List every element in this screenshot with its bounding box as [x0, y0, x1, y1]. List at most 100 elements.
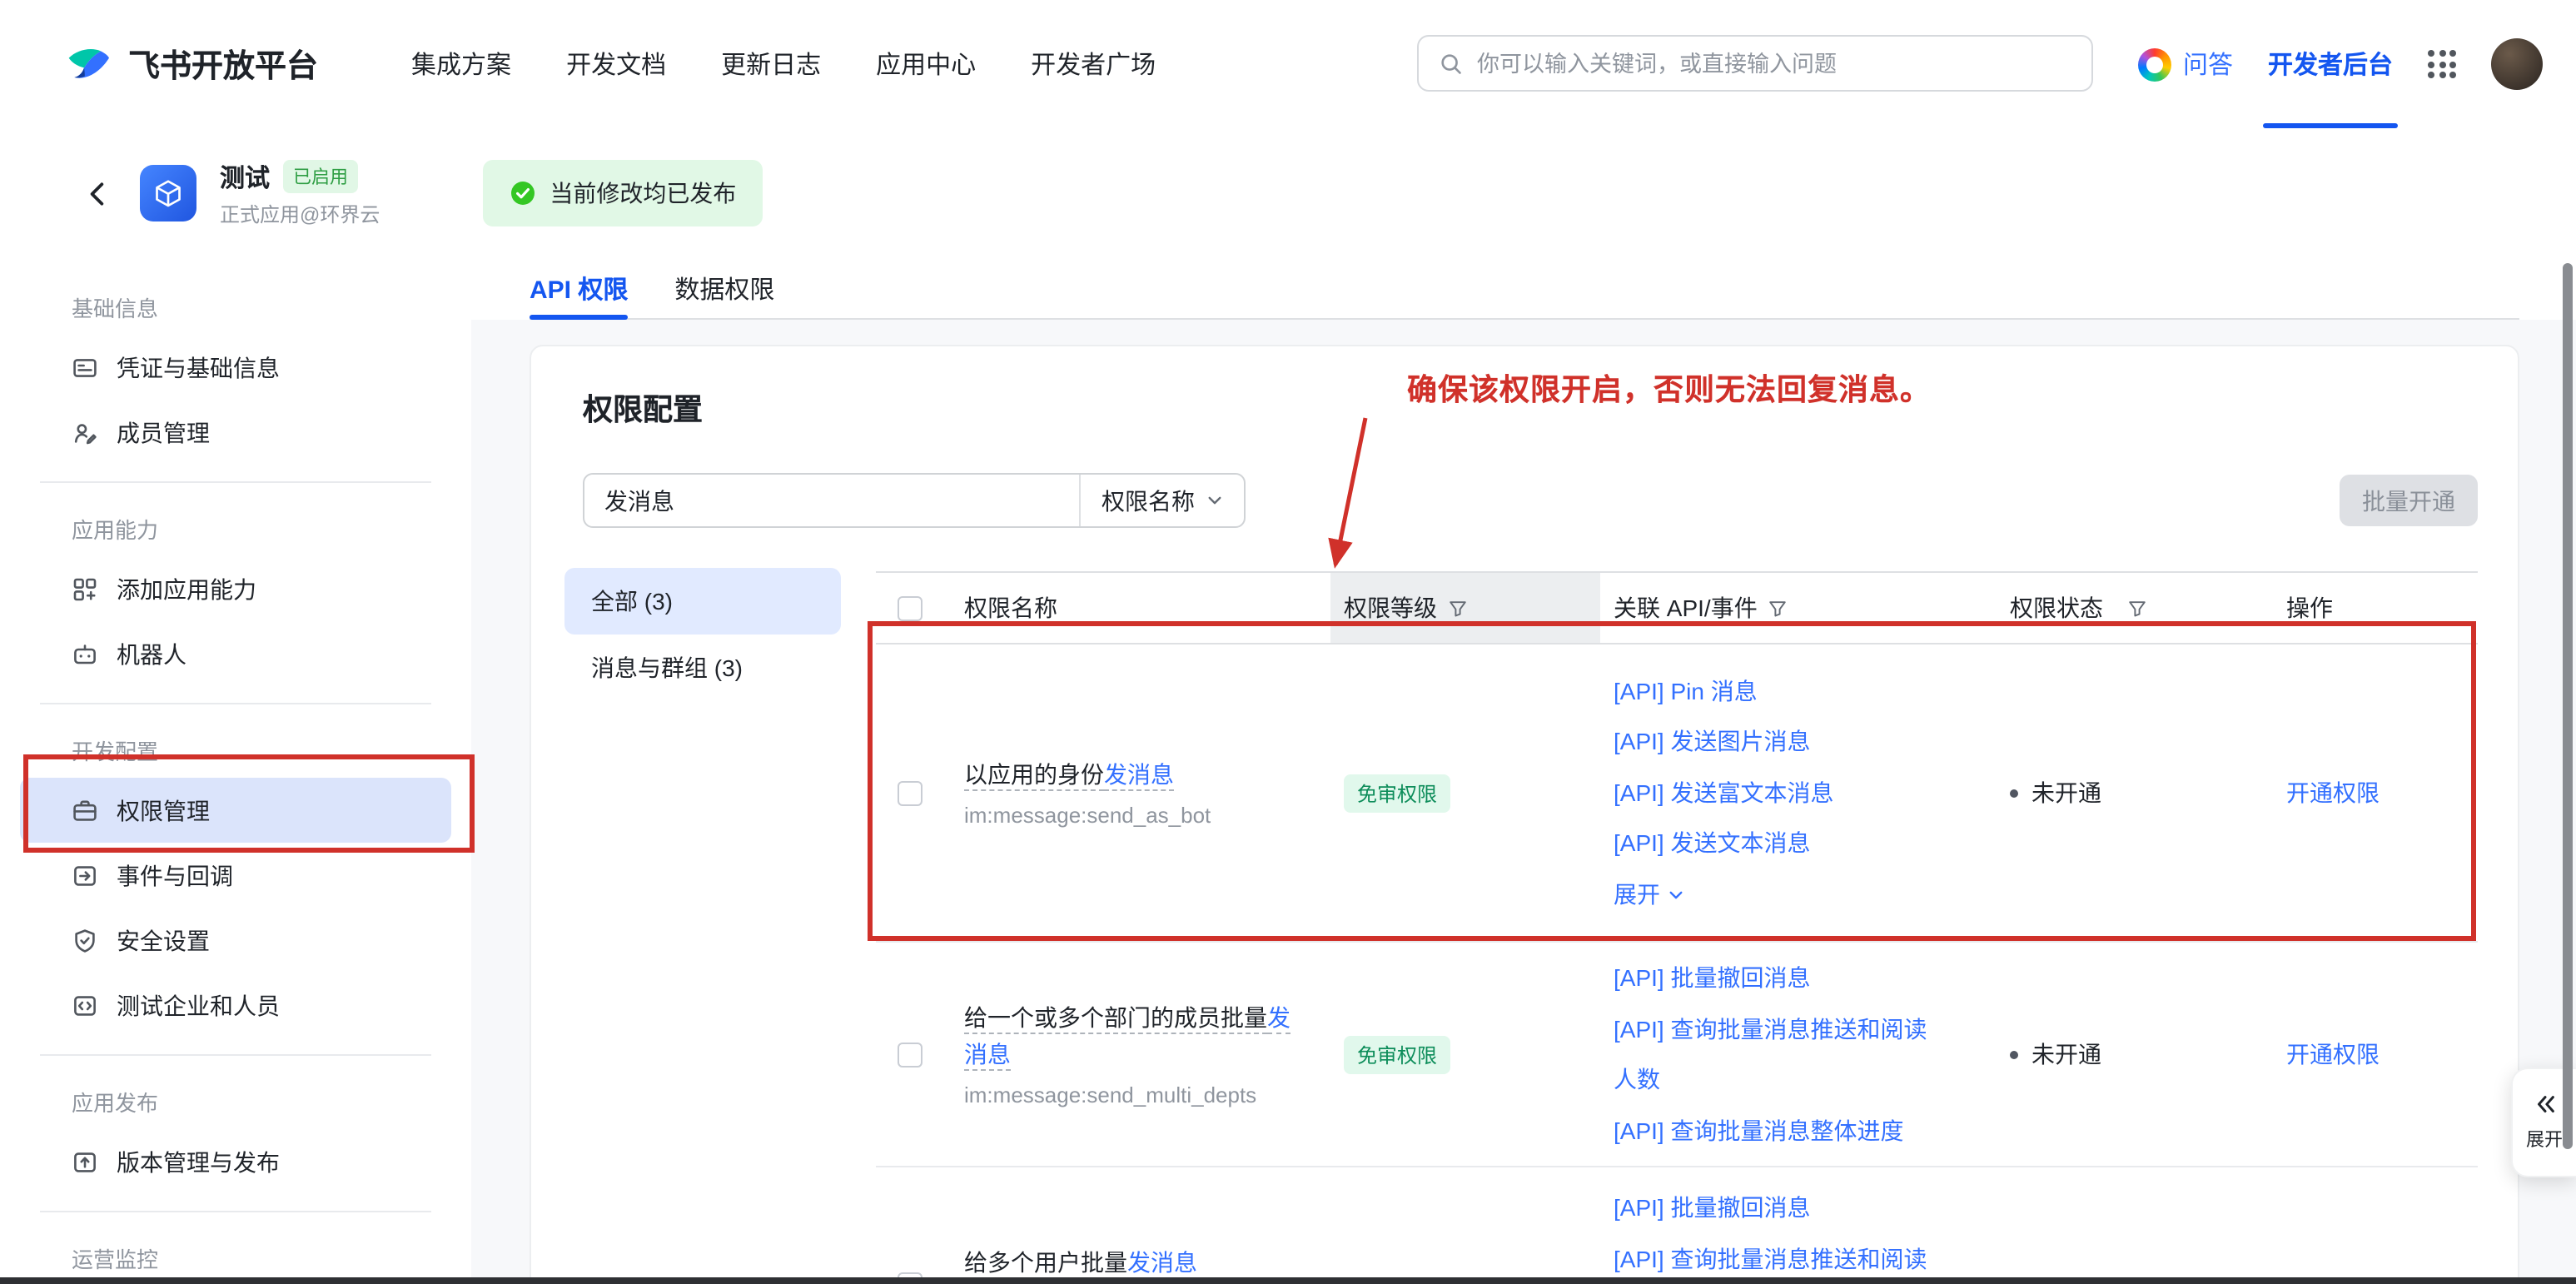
- sidebar-item-label: 事件与回调: [117, 858, 233, 892]
- sidebar-divider: [40, 703, 431, 704]
- brand-name: 飞书开放平台: [128, 42, 318, 87]
- sidebar-item-label: 成员管理: [117, 416, 210, 449]
- tab-data-permission[interactable]: 数据权限: [674, 258, 774, 320]
- api-link[interactable]: [API] 批量撤回消息: [1614, 953, 1810, 1003]
- nav-item-docs[interactable]: 开发文档: [566, 47, 666, 82]
- console-link[interactable]: 开发者后台: [2268, 0, 2393, 128]
- permission-name: 给多个用户批量发消息: [964, 1244, 1197, 1281]
- nav-item-dev-plaza[interactable]: 开发者广场: [1031, 47, 1156, 82]
- sidebar-item-security[interactable]: 安全设置: [20, 908, 451, 973]
- id-card-icon: [72, 354, 98, 381]
- open-permission-link[interactable]: 开通权限: [2286, 1038, 2380, 1071]
- permission-search-input[interactable]: [584, 475, 1079, 526]
- filter-funnel-icon[interactable]: [2126, 597, 2148, 619]
- filter-message-group[interactable]: 消息与群组 (3): [564, 635, 841, 701]
- user-edit-icon: [72, 419, 98, 445]
- app-subtitle: 正式应用@环界云: [220, 199, 380, 227]
- open-permission-link[interactable]: 开通权限: [2286, 776, 2380, 809]
- search-type-value: 权限名称: [1102, 484, 1195, 517]
- sidebar-divider: [40, 481, 431, 483]
- nav-search-input[interactable]: [1477, 51, 2071, 76]
- filter-funnel-icon[interactable]: [1768, 597, 1789, 619]
- permission-name-link[interactable]: 发消息: [1127, 1249, 1197, 1276]
- feishu-logo-icon: [63, 39, 113, 89]
- select-all-checkbox[interactable]: [898, 595, 922, 620]
- level-badge: 免审权限: [1344, 774, 1450, 812]
- top-nav: 飞书开放平台 集成方案 开发文档 更新日志 应用中心 开发者广场 问答 开发者后…: [0, 0, 2576, 128]
- sidebar-divider: [40, 1054, 431, 1056]
- permission-name: 给一个或多个部门的成员批量发消息: [964, 998, 1297, 1072]
- sidebar-section-dev-config: 开发配置: [0, 721, 471, 778]
- sidebar-section-release: 应用发布: [0, 1072, 471, 1129]
- table-row: 给多个用户批量发消息 [API] 批量撤回消息 [API] 查询批量消息推送和阅…: [876, 1167, 2478, 1284]
- nav-search[interactable]: [1417, 35, 2093, 92]
- app-icon: [140, 165, 196, 221]
- scrollbar[interactable]: [2563, 263, 2573, 1149]
- status-text: 未开通: [2031, 1038, 2101, 1071]
- search-type-select[interactable]: 权限名称: [1079, 475, 1244, 526]
- sidebar-item-members[interactable]: 成员管理: [20, 400, 451, 465]
- nav-item-app-center[interactable]: 应用中心: [876, 47, 976, 82]
- sidebar-item-version-release[interactable]: 版本管理与发布: [20, 1129, 451, 1194]
- nav-right: 问答 开发者后台: [2138, 0, 2543, 128]
- sidebar-item-add-capability[interactable]: 添加应用能力: [20, 556, 451, 621]
- permission-search-group: 权限名称: [583, 473, 1246, 528]
- sidebar-divider: [40, 1211, 431, 1212]
- brand[interactable]: 飞书开放平台: [63, 39, 318, 89]
- back-button[interactable]: [77, 173, 117, 213]
- search-icon: [1439, 51, 1464, 76]
- header-action: 操作: [2286, 591, 2333, 625]
- briefcase-icon: [72, 797, 98, 824]
- sidebar-item-permissions[interactable]: 权限管理: [20, 778, 451, 843]
- annotation-text: 确保该权限开启，否则无法回复消息。: [1407, 366, 1931, 410]
- filter-label: 全部 (3): [591, 585, 673, 618]
- api-link[interactable]: [API] 批量撤回消息: [1614, 1182, 1810, 1233]
- sidebar-item-events[interactable]: 事件与回调: [20, 843, 451, 908]
- api-link[interactable]: [API] 查询批量消息整体进度: [1614, 1105, 1903, 1156]
- nav-item-integrations[interactable]: 集成方案: [411, 47, 511, 82]
- filter-all[interactable]: 全部 (3): [564, 568, 841, 635]
- publish-status-text: 当前修改均已发布: [550, 177, 736, 210]
- shield-check-icon: [72, 927, 98, 953]
- table-header: 权限名称 权限等级 关联 API/事件 权限状态 操作: [876, 571, 2478, 644]
- sidebar-item-bot[interactable]: 机器人: [20, 621, 451, 686]
- row-checkbox[interactable]: [898, 1042, 922, 1067]
- batch-open-button[interactable]: 批量开通: [2340, 475, 2478, 526]
- qa-link[interactable]: 问答: [2138, 47, 2233, 82]
- chevron-down-icon: [1667, 885, 1685, 903]
- api-link[interactable]: [API] 查询批量消息推送和阅读人数: [1614, 1003, 1930, 1105]
- tabs-bar: API 权限 数据权限: [471, 258, 2576, 320]
- chevron-left-icon: [82, 179, 111, 207]
- api-link[interactable]: [API] 查询批量消息推送和阅读: [1614, 1233, 1927, 1284]
- expand-apis-link[interactable]: 展开: [1614, 869, 1685, 920]
- apps-grid-icon[interactable]: [2428, 50, 2456, 78]
- app-status-badge: 已启用: [283, 160, 358, 193]
- content-area: 权限配置 权限名称 批量开通 全部 (3) 消息与群组 (3) 权限名称 权限等…: [471, 320, 2576, 1284]
- app-header: 测试 已启用 正式应用@环界云 当前修改均已发布: [0, 128, 2576, 258]
- filter-label: 消息与群组 (3): [591, 651, 743, 684]
- user-avatar[interactable]: [2491, 38, 2543, 90]
- permission-name-link[interactable]: 发消息: [1104, 760, 1174, 787]
- category-filter-list: 全部 (3) 消息与群组 (3): [564, 568, 841, 701]
- nav-menu: 集成方案 开发文档 更新日志 应用中心 开发者广场: [411, 47, 1156, 82]
- check-circle-icon: [510, 180, 536, 207]
- level-badge: 免审权限: [1344, 1035, 1450, 1073]
- app-meta: 测试 已启用 正式应用@环界云: [220, 159, 380, 227]
- api-link[interactable]: [API] 发送文本消息: [1614, 819, 1810, 869]
- api-link[interactable]: [API] Pin 消息: [1614, 666, 1758, 717]
- filter-funnel-icon[interactable]: [1447, 597, 1469, 619]
- tab-label: API 权限: [530, 271, 628, 306]
- tab-label: 数据权限: [674, 271, 774, 306]
- row-checkbox[interactable]: [898, 780, 922, 805]
- qa-label: 问答: [2183, 47, 2233, 82]
- sidebar-item-test-org[interactable]: 测试企业和人员: [20, 973, 451, 1038]
- grid-plus-icon: [72, 575, 98, 602]
- nav-item-changelog[interactable]: 更新日志: [721, 47, 821, 82]
- page: 飞书开放平台 集成方案 开发文档 更新日志 应用中心 开发者广场 问答 开发者后…: [0, 0, 2576, 1284]
- api-link[interactable]: [API] 发送图片消息: [1614, 717, 1810, 768]
- api-link[interactable]: [API] 发送富文本消息: [1614, 768, 1833, 819]
- tab-api-permission[interactable]: API 权限: [530, 258, 628, 320]
- status-dot: [2010, 789, 2018, 797]
- sidebar-item-credentials[interactable]: 凭证与基础信息: [20, 335, 451, 400]
- sidebar-item-label: 测试企业和人员: [117, 988, 280, 1022]
